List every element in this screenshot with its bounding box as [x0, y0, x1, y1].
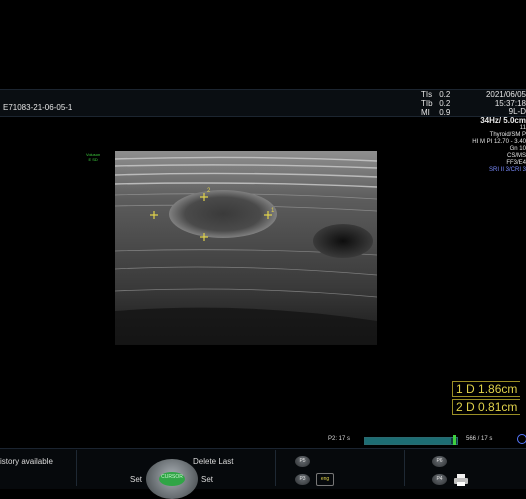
- printer-icon[interactable]: [454, 473, 468, 486]
- divider: [76, 450, 77, 486]
- patient-id: E71083-21-06-05-1: [3, 103, 73, 112]
- gain-setting: Gn 10: [509, 146, 526, 152]
- measurement-1-value: 1.86cm: [478, 382, 518, 396]
- tis-label: TIs: [421, 90, 433, 99]
- mi-label: MI: [421, 108, 430, 117]
- measurement-2-label: 2 D: [456, 400, 475, 414]
- divider: [275, 450, 276, 486]
- ultrasound-scan: 2 1: [115, 151, 377, 345]
- mi-value: 0.9: [439, 108, 451, 117]
- sri-setting: SRI II 3/CRI 3: [488, 167, 526, 173]
- tis-value: 0.2: [439, 90, 451, 99]
- set-right-button[interactable]: Set: [201, 475, 213, 484]
- cine-progress-fill: [365, 438, 451, 444]
- tib-value: 0.2: [439, 99, 451, 108]
- cine-marker[interactable]: [453, 435, 456, 445]
- measurement-1-label: 1 D: [456, 382, 475, 396]
- set-left-button[interactable]: Set: [130, 475, 142, 484]
- p5-button[interactable]: P5: [295, 456, 310, 467]
- cs-setting: CS/MS: [506, 153, 526, 159]
- measurement-2: 2 D 0.81cm: [452, 399, 521, 415]
- delete-last-button[interactable]: Delete Last: [193, 457, 233, 466]
- p6-button[interactable]: P6: [432, 456, 447, 467]
- tib-label: TIb: [421, 99, 433, 108]
- cine-counter: 566 / 17 s: [466, 436, 493, 442]
- scan-parameters: 9L-D 34Hz/ 5.0cm 11 Thyroid/SM P HI M PI…: [472, 107, 526, 174]
- p4-button[interactable]: P4: [432, 474, 447, 485]
- measurement-2-value: 0.81cm: [478, 400, 518, 414]
- ultrasound-image[interactable]: 2 1: [115, 151, 377, 345]
- param-line-1: 11: [519, 125, 526, 131]
- power-setting: HI M PI 12.70 - 3.40: [472, 139, 526, 145]
- ff-setting: FF3/E4: [506, 160, 526, 166]
- history-status: istory available: [0, 457, 53, 466]
- bottom-control-bar: [0, 448, 526, 489]
- settings-icon[interactable]: [517, 434, 526, 444]
- date-time: 2021/06/05 15:37:18: [486, 90, 526, 108]
- date: 2021/06/05: [485, 90, 526, 99]
- safety-indices: TIs 0.2 TIb 0.2 MI 0.9: [421, 90, 450, 117]
- p3-button[interactable]: P3: [295, 474, 310, 485]
- cine-label: P2: 17 s: [328, 436, 351, 442]
- divider: [404, 450, 405, 486]
- trackball-label: CURSOR: [161, 474, 183, 480]
- frame-depth: 34Hz/ 5.0cm: [480, 116, 526, 125]
- preset-name: Thyroid/SM P: [489, 132, 526, 138]
- probe-name: 9L-D: [508, 107, 526, 116]
- keyboard-icon[interactable]: eng: [316, 473, 334, 486]
- volusion-marker: Voluson E SD: [86, 152, 100, 162]
- measurement-1: 1 D 1.86cm: [452, 381, 521, 397]
- volusion-line-2: E SD: [88, 157, 98, 162]
